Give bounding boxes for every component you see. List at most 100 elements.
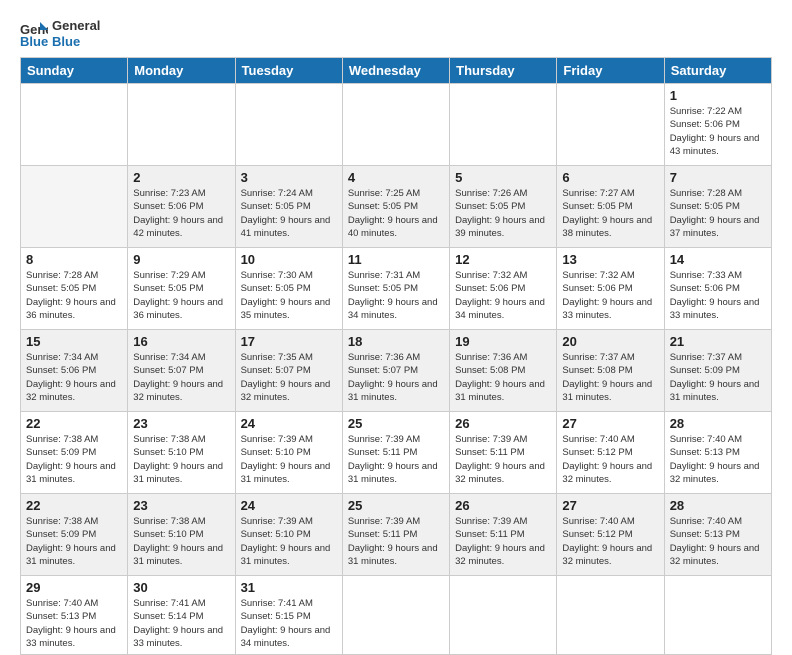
calendar-week-0: 1Sunrise: 7:22 AMSunset: 5:06 PMDaylight…: [21, 84, 772, 166]
header: General Blue General Blue: [20, 18, 772, 49]
calendar-day-7: 7 Sunrise: 7:28 AMSunset: 5:05 PMDaylight…: [664, 166, 771, 248]
day-number: 18: [348, 334, 444, 349]
day-number: 1: [670, 88, 766, 103]
day-info: Sunrise: 7:37 AMSunset: 5:08 PMDaylight:…: [562, 352, 652, 403]
calendar-day-15: 15 Sunrise: 7:34 AMSunset: 5:06 PMDayligh…: [21, 330, 128, 412]
calendar-page: General Blue General Blue SundayMondayTu…: [0, 0, 792, 612]
day-number: 4: [348, 170, 444, 185]
calendar-week-4: 22 Sunrise: 7:38 AMSunset: 5:09 PMDayligh…: [21, 412, 772, 494]
day-info: Sunrise: 7:40 AMSunset: 5:12 PMDaylight:…: [562, 434, 652, 485]
calendar-day-2: 2Sunrise: 7:23 AMSunset: 5:06 PMDaylight…: [128, 166, 235, 248]
empty-cell: [21, 166, 128, 248]
day-number: 8: [26, 252, 122, 267]
day-number: 20: [562, 334, 658, 349]
calendar-day-12: 12Sunrise: 7:32 AMSunset: 5:06 PMDayligh…: [450, 248, 557, 330]
day-info: Sunrise: 7:27 AMSunset: 5:05 PMDaylight:…: [562, 188, 652, 239]
day-info: Sunrise: 7:39 AMSunset: 5:11 PMDaylight:…: [455, 434, 545, 485]
day-info: Sunrise: 7:39 AMSunset: 5:11 PMDaylight:…: [348, 516, 438, 567]
day-info: Sunrise: 7:38 AMSunset: 5:09 PMDaylight:…: [26, 434, 116, 485]
day-info: Sunrise: 7:30 AMSunset: 5:05 PMDaylight:…: [241, 270, 331, 321]
day-number: 12: [455, 252, 551, 267]
logo: General Blue General Blue: [20, 18, 100, 49]
day-number: 11: [348, 252, 444, 267]
calendar-day-26: 26Sunrise: 7:39 AMSunset: 5:11 PMDayligh…: [450, 494, 557, 576]
day-info: Sunrise: 7:23 AMSunset: 5:06 PMDaylight:…: [133, 188, 223, 239]
day-info: Sunrise: 7:31 AMSunset: 5:05 PMDaylight:…: [348, 270, 438, 321]
day-info: Sunrise: 7:40 AMSunset: 5:13 PMDaylight:…: [670, 516, 760, 567]
calendar-day-4: 4Sunrise: 7:25 AMSunset: 5:05 PMDaylight…: [342, 166, 449, 248]
day-number: 25: [348, 416, 444, 431]
calendar-day-5: 5 Sunrise: 7:26 AMSunset: 5:05 PMDaylight…: [450, 166, 557, 248]
day-number: 23: [133, 416, 229, 431]
day-number: 24: [241, 416, 337, 431]
calendar-day-6: 6 Sunrise: 7:27 AMSunset: 5:05 PMDaylight…: [557, 166, 664, 248]
calendar-day-18: 18 Sunrise: 7:36 AMSunset: 5:07 PMDayligh…: [342, 330, 449, 412]
weekday-header-friday: Friday: [557, 58, 664, 84]
day-number: 28: [670, 498, 766, 513]
weekday-header-row: SundayMondayTuesdayWednesdayThursdayFrid…: [21, 58, 772, 84]
day-number: 22: [26, 416, 122, 431]
day-number: 15: [26, 334, 122, 349]
empty-cell: [664, 576, 771, 655]
day-number: 29: [26, 580, 122, 595]
day-number: 23: [133, 498, 229, 513]
day-info: Sunrise: 7:40 AMSunset: 5:13 PMDaylight:…: [670, 434, 760, 485]
day-number: 7: [670, 170, 766, 185]
day-info: Sunrise: 7:36 AMSunset: 5:07 PMDaylight:…: [348, 352, 438, 403]
logo-text-general: General: [52, 18, 100, 34]
empty-cell: [450, 84, 557, 166]
calendar-day-22: 22Sunrise: 7:38 AMSunset: 5:09 PMDayligh…: [21, 494, 128, 576]
empty-cell: [128, 84, 235, 166]
calendar-body: 1Sunrise: 7:22 AMSunset: 5:06 PMDaylight…: [21, 84, 772, 655]
calendar-day-9: 9Sunrise: 7:29 AMSunset: 5:05 PMDaylight…: [128, 248, 235, 330]
day-number: 26: [455, 416, 551, 431]
calendar-day-8: 8 Sunrise: 7:28 AMSunset: 5:05 PMDaylight…: [21, 248, 128, 330]
day-info: Sunrise: 7:24 AMSunset: 5:05 PMDaylight:…: [241, 188, 331, 239]
day-info: Sunrise: 7:33 AMSunset: 5:06 PMDaylight:…: [670, 270, 760, 321]
calendar-table: SundayMondayTuesdayWednesdayThursdayFrid…: [20, 57, 772, 655]
day-number: 24: [241, 498, 337, 513]
logo-text-blue: Blue: [52, 34, 100, 50]
empty-cell: [21, 84, 128, 166]
day-info: Sunrise: 7:28 AMSunset: 5:05 PMDaylight:…: [26, 270, 116, 321]
calendar-day-16: 16Sunrise: 7:34 AMSunset: 5:07 PMDayligh…: [128, 330, 235, 412]
calendar-day-30: 30 Sunrise: 7:41 AMSunset: 5:14 PMDayligh…: [128, 576, 235, 655]
calendar-day-25: 25Sunrise: 7:39 AMSunset: 5:11 PMDayligh…: [342, 412, 449, 494]
day-number: 17: [241, 334, 337, 349]
day-info: Sunrise: 7:34 AMSunset: 5:06 PMDaylight:…: [26, 352, 116, 403]
svg-text:Blue: Blue: [20, 34, 48, 48]
day-number: 28: [670, 416, 766, 431]
weekday-header-thursday: Thursday: [450, 58, 557, 84]
day-number: 19: [455, 334, 551, 349]
day-info: Sunrise: 7:41 AMSunset: 5:14 PMDaylight:…: [133, 598, 223, 649]
day-info: Sunrise: 7:26 AMSunset: 5:05 PMDaylight:…: [455, 188, 545, 239]
empty-cell: [450, 576, 557, 655]
day-number: 21: [670, 334, 766, 349]
calendar-day-27: 27Sunrise: 7:40 AMSunset: 5:12 PMDayligh…: [557, 494, 664, 576]
day-number: 6: [562, 170, 658, 185]
day-info: Sunrise: 7:35 AMSunset: 5:07 PMDaylight:…: [241, 352, 331, 403]
calendar-day-23: 23Sunrise: 7:38 AMSunset: 5:10 PMDayligh…: [128, 494, 235, 576]
calendar-day-22: 22 Sunrise: 7:38 AMSunset: 5:09 PMDayligh…: [21, 412, 128, 494]
empty-cell: [342, 84, 449, 166]
day-number: 10: [241, 252, 337, 267]
day-info: Sunrise: 7:36 AMSunset: 5:08 PMDaylight:…: [455, 352, 545, 403]
day-number: 26: [455, 498, 551, 513]
day-number: 27: [562, 498, 658, 513]
calendar-day-14: 14Sunrise: 7:33 AMSunset: 5:06 PMDayligh…: [664, 248, 771, 330]
calendar-day-24: 24Sunrise: 7:39 AMSunset: 5:10 PMDayligh…: [235, 494, 342, 576]
calendar-day-31: 31Sunrise: 7:41 AMSunset: 5:15 PMDayligh…: [235, 576, 342, 655]
day-number: 30: [133, 580, 229, 595]
day-info: Sunrise: 7:37 AMSunset: 5:09 PMDaylight:…: [670, 352, 760, 403]
calendar-week-1: 2Sunrise: 7:23 AMSunset: 5:06 PMDaylight…: [21, 166, 772, 248]
day-number: 5: [455, 170, 551, 185]
weekday-header-sunday: Sunday: [21, 58, 128, 84]
day-number: 3: [241, 170, 337, 185]
day-info: Sunrise: 7:39 AMSunset: 5:10 PMDaylight:…: [241, 434, 331, 485]
calendar-day-10: 10 Sunrise: 7:30 AMSunset: 5:05 PMDayligh…: [235, 248, 342, 330]
calendar-day-26: 26 Sunrise: 7:39 AMSunset: 5:11 PMDayligh…: [450, 412, 557, 494]
day-info: Sunrise: 7:38 AMSunset: 5:10 PMDaylight:…: [133, 434, 223, 485]
day-number: 16: [133, 334, 229, 349]
calendar-day-23: 23 Sunrise: 7:38 AMSunset: 5:10 PMDayligh…: [128, 412, 235, 494]
day-info: Sunrise: 7:28 AMSunset: 5:05 PMDaylight:…: [670, 188, 760, 239]
